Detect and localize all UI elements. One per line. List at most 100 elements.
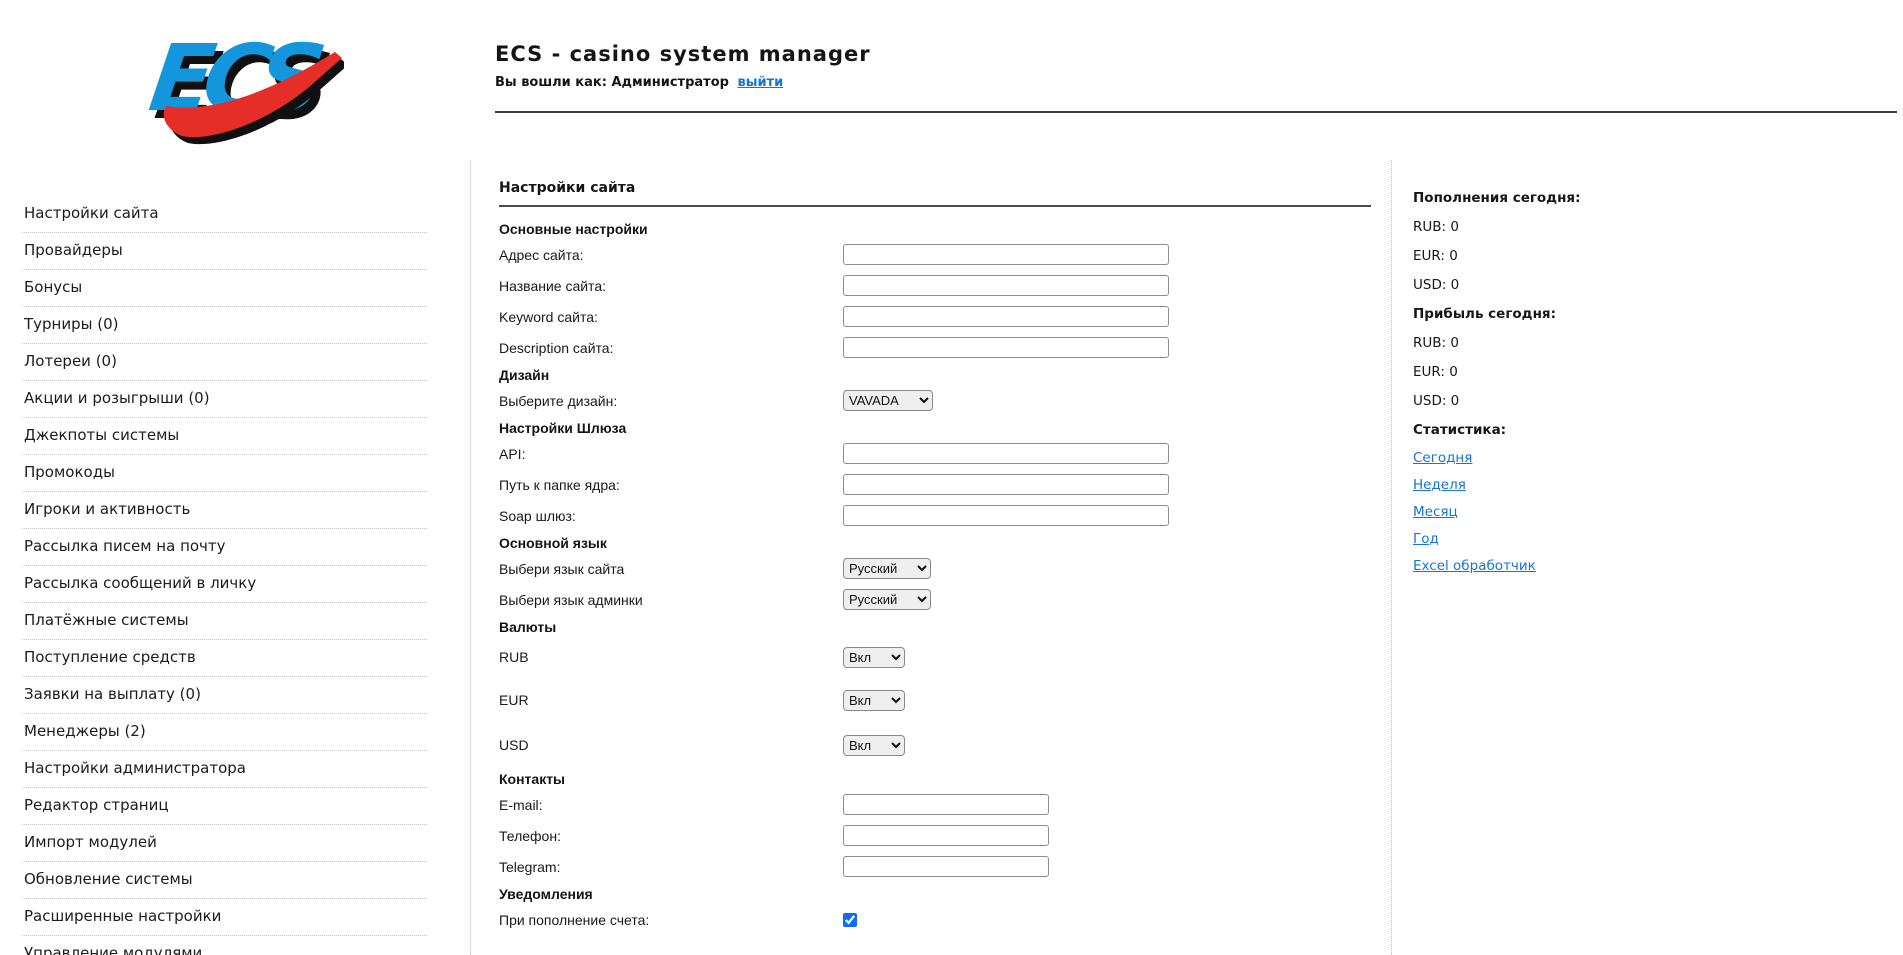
deposits-rub-value: RUB: 0 [1413, 219, 1459, 235]
main-panel: Настройки сайта Основные настройки Адрес… [470, 160, 1392, 955]
deposits-today-title: Пополнения сегодня: [1413, 190, 1581, 206]
excel-handler-link[interactable]: Excel обработчик [1413, 559, 1536, 573]
sidebar-item-system-update[interactable]: Обновление системы [22, 862, 427, 899]
page-header: ECS ECS ECS - casino system manager Вы в… [0, 0, 1903, 160]
core-path-label: Путь к папке ядра: [499, 476, 620, 493]
sidebar-item-pm-broadcast[interactable]: Рассылка сообщений в личку [22, 566, 427, 603]
soap-gateway-row: Soap шлюз: [499, 500, 1371, 531]
section-notifications: Уведомления [499, 886, 593, 902]
soap-gateway-input[interactable] [843, 505, 1169, 526]
currency-usd-select[interactable]: Вкл [843, 734, 905, 756]
admin-language-select[interactable]: Русский [843, 589, 931, 610]
profit-today-title: Прибыль сегодня: [1413, 306, 1556, 322]
sidebar-item-mail-broadcast[interactable]: Рассылка писем на почту [22, 529, 427, 566]
currency-eur-label: EUR [499, 692, 529, 708]
admin-language-row: Выбери язык админки Русский [499, 584, 1371, 615]
sidebar-item-advanced-settings[interactable]: Расширенные настройки [22, 899, 427, 936]
phone-row: Телефон: [499, 820, 1371, 851]
login-status-text: Вы вошли как: Администратор [495, 75, 729, 90]
sidebar-item-promocodes[interactable]: Промокоды [22, 455, 427, 492]
section-currencies: Валюты [499, 619, 557, 635]
currency-rub-select[interactable]: Вкл [843, 646, 905, 668]
sidebar-item-lotteries[interactable]: Лотереи (0) [22, 344, 427, 381]
sidebar-item-players-activity[interactable]: Игроки и активность [22, 492, 427, 529]
site-address-label: Адрес сайта: [499, 246, 584, 263]
email-input[interactable] [843, 794, 1049, 815]
sidebar-item-tournaments[interactable]: Турниры (0) [22, 307, 427, 344]
sidebar-item-module-management[interactable]: Управление модулями [22, 936, 427, 955]
section-gateway-settings: Настройки Шлюза [499, 420, 627, 436]
sidebar-item-incoming-funds[interactable]: Поступление средств [22, 640, 427, 677]
currency-rub-row: RUB Вкл [499, 637, 1371, 677]
profit-eur-value: EUR: 0 [1413, 364, 1458, 380]
site-address-row: Адрес сайта: [499, 239, 1371, 270]
design-select[interactable]: VAVADA [843, 390, 933, 411]
phone-input[interactable] [843, 825, 1049, 846]
site-description-row: Description сайта: [499, 332, 1371, 363]
phone-label: Телефон: [499, 827, 561, 844]
section-divider [499, 205, 1371, 207]
sidebar-item-site-settings[interactable]: Настройки сайта [22, 196, 427, 233]
site-description-label: Description сайта: [499, 339, 614, 356]
telegram-input[interactable] [843, 856, 1049, 877]
logout-link[interactable]: выйти [737, 75, 783, 90]
profit-usd-value: USD: 0 [1413, 393, 1460, 409]
api-input[interactable] [843, 443, 1169, 464]
api-row: API: [499, 438, 1371, 469]
stats-link-today[interactable]: Сегодня [1413, 451, 1472, 465]
content-columns: Настройки сайта Провайдеры Бонусы Турнир… [0, 160, 1903, 955]
soap-gateway-label: Soap шлюз: [499, 507, 576, 524]
sidebar-item-module-import[interactable]: Импорт модулей [22, 825, 427, 862]
sidebar-item-payout-requests[interactable]: Заявки на выплату (0) [22, 677, 427, 714]
site-name-input[interactable] [843, 275, 1169, 296]
sidebar-item-payment-systems[interactable]: Платёжные системы [22, 603, 427, 640]
email-row: E-mail: [499, 789, 1371, 820]
sidebar-nav: Настройки сайта Провайдеры Бонусы Турнир… [0, 160, 470, 955]
api-label: API: [499, 445, 526, 462]
section-title: Настройки сайта [499, 180, 636, 196]
currency-eur-select[interactable]: Вкл [843, 689, 905, 711]
email-label: E-mail: [499, 796, 543, 813]
sidebar-item-admin-settings[interactable]: Настройки администратора [22, 751, 427, 788]
section-basic-settings: Основные настройки [499, 221, 648, 237]
login-status: Вы вошли как: Администратор выйти [495, 75, 871, 90]
currency-usd-label: USD [499, 737, 529, 753]
deposits-usd-value: USD: 0 [1413, 277, 1460, 293]
design-select-label: Выберите дизайн: [499, 392, 618, 409]
ecs-logo[interactable]: ECS ECS [138, 16, 348, 148]
sidebar-item-bonuses[interactable]: Бонусы [22, 270, 427, 307]
deposit-notification-checkbox[interactable] [843, 912, 857, 927]
stats-link-year[interactable]: Год [1413, 532, 1439, 546]
telegram-row: Telegram: [499, 851, 1371, 882]
core-path-row: Путь к папке ядра: [499, 469, 1371, 500]
sidebar-item-promotions[interactable]: Акции и розыгрыши (0) [22, 381, 427, 418]
currency-eur-row: EUR Вкл [499, 677, 1371, 723]
sidebar-item-managers[interactable]: Менеджеры (2) [22, 714, 427, 751]
site-description-input[interactable] [843, 337, 1169, 358]
design-select-row: Выберите дизайн: VAVADA [499, 385, 1371, 416]
core-path-input[interactable] [843, 474, 1169, 495]
profit-rub-value: RUB: 0 [1413, 335, 1459, 351]
section-main-language: Основной язык [499, 535, 607, 551]
sidebar-menu: Настройки сайта Провайдеры Бонусы Турнир… [22, 196, 427, 955]
site-keyword-row: Keyword сайта: [499, 301, 1371, 332]
deposit-notification-row: При пополнение счета: [499, 904, 1371, 935]
telegram-label: Telegram: [499, 858, 561, 875]
deposit-notification-label: При пополнение счета: [499, 911, 650, 928]
deposits-eur-value: EUR: 0 [1413, 248, 1458, 264]
sidebar-item-providers[interactable]: Провайдеры [22, 233, 427, 270]
page-title: ECS - casino system manager [495, 42, 871, 66]
sidebar-item-jackpots[interactable]: Джекпоты системы [22, 418, 427, 455]
site-language-select[interactable]: Русский [843, 558, 931, 579]
header-divider [495, 111, 1897, 113]
site-name-row: Название сайта: [499, 270, 1371, 301]
site-address-input[interactable] [843, 244, 1169, 265]
admin-language-label: Выбери язык админки [499, 591, 643, 608]
site-keyword-label: Keyword сайта: [499, 308, 598, 325]
stats-link-week[interactable]: Неделя [1413, 478, 1466, 492]
site-name-label: Название сайта: [499, 277, 606, 294]
site-keyword-input[interactable] [843, 306, 1169, 327]
stats-link-month[interactable]: Месяц [1413, 505, 1458, 519]
sidebar-item-page-editor[interactable]: Редактор страниц [22, 788, 427, 825]
stats-panel: Пополнения сегодня: RUB: 0 EUR: 0 USD: 0… [1391, 160, 1903, 955]
